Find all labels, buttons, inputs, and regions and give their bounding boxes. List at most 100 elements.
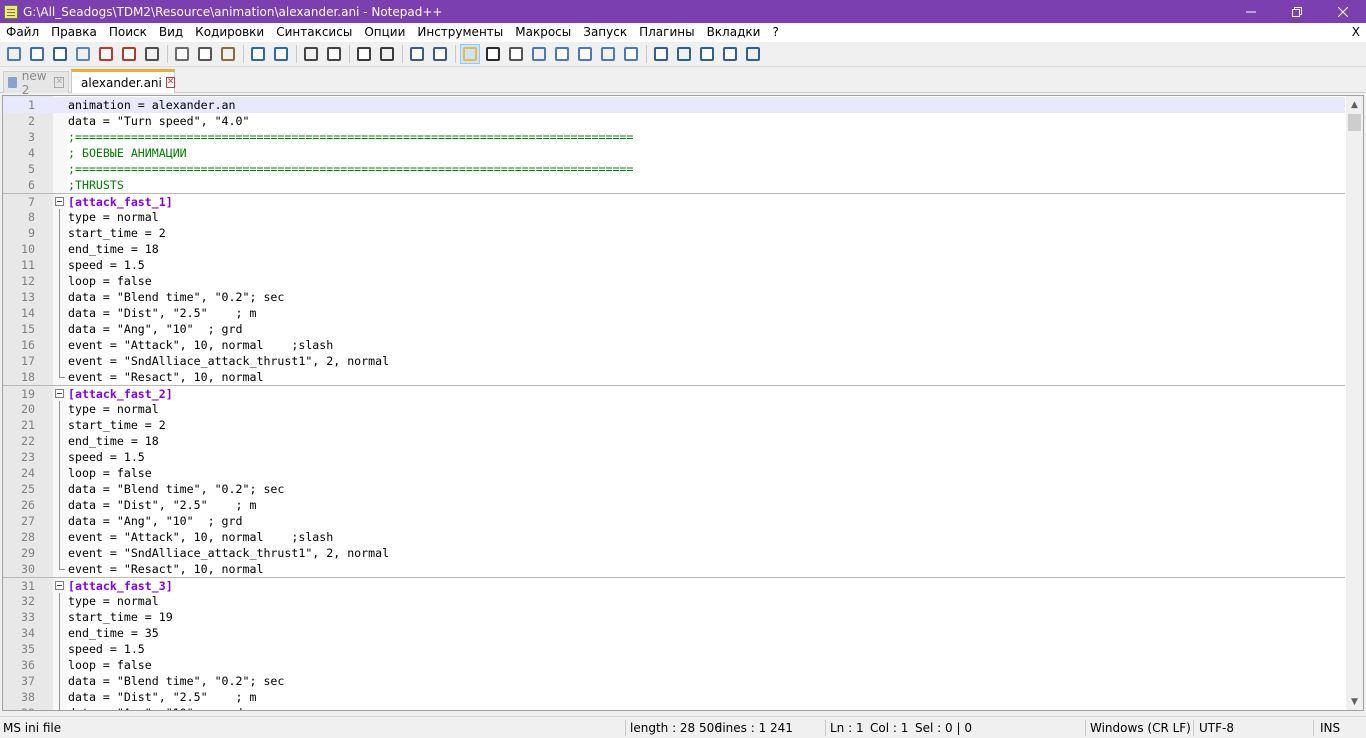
status-insert-mode[interactable]: INS xyxy=(1320,717,1340,738)
editor-line[interactable]: 18 event = "Resact", 10, normal xyxy=(3,369,1345,385)
redo-button[interactable] xyxy=(271,44,291,64)
editor-line[interactable]: 38 data = "Dist", "2.5" ; m xyxy=(3,689,1345,705)
menu-item-0[interactable]: Файл xyxy=(0,23,45,42)
udl-button[interactable] xyxy=(529,44,549,64)
editor-line[interactable]: 3 ;======================================… xyxy=(3,129,1345,145)
editor-line[interactable]: 34 end_time = 35 xyxy=(3,625,1345,641)
stop-macro-button[interactable] xyxy=(674,44,694,64)
sync-vertical-button[interactable] xyxy=(407,44,427,64)
editor-line[interactable]: 30 event = "Resact", 10, normal xyxy=(3,561,1345,577)
editor-line[interactable]: 17 event = "SndAlliace_attack_thrust1", 2… xyxy=(3,353,1345,369)
open-file-button[interactable] xyxy=(27,44,47,64)
print-button[interactable] xyxy=(142,44,162,64)
menu-item-2[interactable]: Поиск xyxy=(103,23,153,42)
show-all-chars-button[interactable] xyxy=(483,44,503,64)
editor-line[interactable]: 5 ;======================================… xyxy=(3,161,1345,177)
save-button[interactable] xyxy=(50,44,70,64)
editor-line[interactable]: 14 data = "Dist", "2.5" ; m xyxy=(3,305,1345,321)
editor-text-area[interactable]: 1 animation = alexander.an 2 data = "Turn s… xyxy=(3,97,1345,710)
editor-line[interactable]: 16 event = "Attack", 10, normal ;slash xyxy=(3,337,1345,353)
indent-guide-button[interactable] xyxy=(506,44,526,64)
editor-line[interactable]: 2 data = "Turn speed", "4.0" xyxy=(3,113,1345,129)
doc-map-button[interactable] xyxy=(552,44,572,64)
editor-line[interactable]: 7 [attack_fast_1] xyxy=(3,193,1345,209)
editor-line[interactable]: 20 type = normal xyxy=(3,401,1345,417)
word-wrap-button[interactable] xyxy=(460,44,480,64)
undo-button[interactable] xyxy=(248,44,268,64)
restore-button[interactable] xyxy=(1274,0,1320,23)
editor-line[interactable]: 1 animation = alexander.an xyxy=(3,97,1345,113)
editor-line[interactable]: 39 data = "Ang", "10" ; grd xyxy=(3,705,1345,710)
menu-item-10[interactable]: Плагины xyxy=(633,23,700,42)
editor-line[interactable]: 33 start_time = 19 xyxy=(3,609,1345,625)
editor-line[interactable]: 22 end_time = 18 xyxy=(3,433,1345,449)
editor-line[interactable]: 23 speed = 1.5 xyxy=(3,449,1345,465)
menu-item-3[interactable]: Вид xyxy=(153,23,189,42)
sync-horizontal-button[interactable] xyxy=(430,44,450,64)
scroll-down-icon[interactable]: ▼ xyxy=(1346,693,1363,710)
cut-button[interactable] xyxy=(172,44,192,64)
fold-toggle-icon[interactable] xyxy=(55,581,64,590)
editor-pane[interactable]: 1 animation = alexander.an 2 data = "Turn s… xyxy=(2,95,1364,711)
editor-line[interactable]: 35 speed = 1.5 xyxy=(3,641,1345,657)
status-eol[interactable]: Windows (CR LF) xyxy=(1090,717,1191,738)
editor-line[interactable]: 8 type = normal xyxy=(3,209,1345,225)
editor-line[interactable]: 13 data = "Blend time", "0.2"; sec xyxy=(3,289,1345,305)
editor-line[interactable]: 31 [attack_fast_3] xyxy=(3,577,1345,593)
zoom-out-button[interactable] xyxy=(377,44,397,64)
editor-line[interactable]: 25 data = "Blend time", "0.2"; sec xyxy=(3,481,1345,497)
menu-item-9[interactable]: Запуск xyxy=(577,23,633,42)
editor-line[interactable]: 19 [attack_fast_2] xyxy=(3,385,1345,401)
play-macro-button[interactable] xyxy=(697,44,717,64)
status-encoding[interactable]: UTF-8 xyxy=(1199,717,1234,738)
menu-item-6[interactable]: Опции xyxy=(358,23,411,42)
editor-line[interactable]: 6 ;THRUSTS xyxy=(3,177,1345,193)
menu-item-7[interactable]: Инструменты xyxy=(411,23,509,42)
close-button[interactable] xyxy=(96,44,116,64)
close-button[interactable] xyxy=(1320,0,1366,23)
editor-line[interactable]: 29 event = "SndAlliace_attack_thrust1", 2… xyxy=(3,545,1345,561)
tab-new-2[interactable]: new 2 ✕ xyxy=(3,69,69,97)
replace-button[interactable] xyxy=(324,44,344,64)
record-macro-button[interactable] xyxy=(651,44,671,64)
tab-close-icon[interactable]: ✕ xyxy=(54,77,64,88)
editor-line[interactable]: 28 event = "Attack", 10, normal ;slash xyxy=(3,529,1345,545)
tab-close-icon[interactable]: ✕ xyxy=(165,77,176,88)
editor-line[interactable]: 15 data = "Ang", "10" ; grd xyxy=(3,321,1345,337)
vertical-scrollbar[interactable]: ▲ ▼ xyxy=(1346,96,1363,710)
close-document-button[interactable]: X xyxy=(1352,23,1360,42)
paste-button[interactable] xyxy=(218,44,238,64)
fold-toggle-icon[interactable] xyxy=(55,389,64,398)
save-macro-button[interactable] xyxy=(743,44,763,64)
scroll-up-icon[interactable]: ▲ xyxy=(1346,96,1363,113)
editor-line[interactable]: 37 data = "Blend time", "0.2"; sec xyxy=(3,673,1345,689)
save-all-button[interactable] xyxy=(73,44,93,64)
editor-line[interactable]: 10 end_time = 18 xyxy=(3,241,1345,257)
close-all-button[interactable] xyxy=(119,44,139,64)
editor-line[interactable]: 27 data = "Ang", "10" ; grd xyxy=(3,513,1345,529)
menu-item-8[interactable]: Макросы xyxy=(509,23,577,42)
editor-line[interactable]: 11 speed = 1.5 xyxy=(3,257,1345,273)
minimize-button[interactable] xyxy=(1228,0,1274,23)
editor-line[interactable]: 4 ; БОЕВЫЕ АНИМАЦИИ xyxy=(3,145,1345,161)
copy-button[interactable] xyxy=(195,44,215,64)
find-button[interactable] xyxy=(301,44,321,64)
editor-line[interactable]: 24 loop = false xyxy=(3,465,1345,481)
editor-line[interactable]: 9 start_time = 2 xyxy=(3,225,1345,241)
scrollbar-thumb[interactable] xyxy=(1348,114,1361,131)
editor-line[interactable]: 12 loop = false xyxy=(3,273,1345,289)
folder-workspace-button[interactable] xyxy=(598,44,618,64)
editor-line[interactable]: 21 start_time = 2 xyxy=(3,417,1345,433)
editor-line[interactable]: 36 loop = false xyxy=(3,657,1345,673)
menu-item-5[interactable]: Синтаксисы xyxy=(270,23,358,42)
tab-alexander-ani[interactable]: alexander.ani ✕ xyxy=(71,69,176,93)
function-list-button[interactable] xyxy=(575,44,595,64)
fold-toggle-icon[interactable] xyxy=(55,197,64,206)
run-macro-multiple-button[interactable] xyxy=(720,44,740,64)
editor-line[interactable]: 32 type = normal xyxy=(3,593,1345,609)
menu-item-1[interactable]: Правка xyxy=(45,23,103,42)
menu-item-12[interactable]: ? xyxy=(766,23,784,42)
menu-item-11[interactable]: Вкладки xyxy=(701,23,767,42)
zoom-in-button[interactable] xyxy=(354,44,374,64)
new-file-button[interactable] xyxy=(4,44,24,64)
